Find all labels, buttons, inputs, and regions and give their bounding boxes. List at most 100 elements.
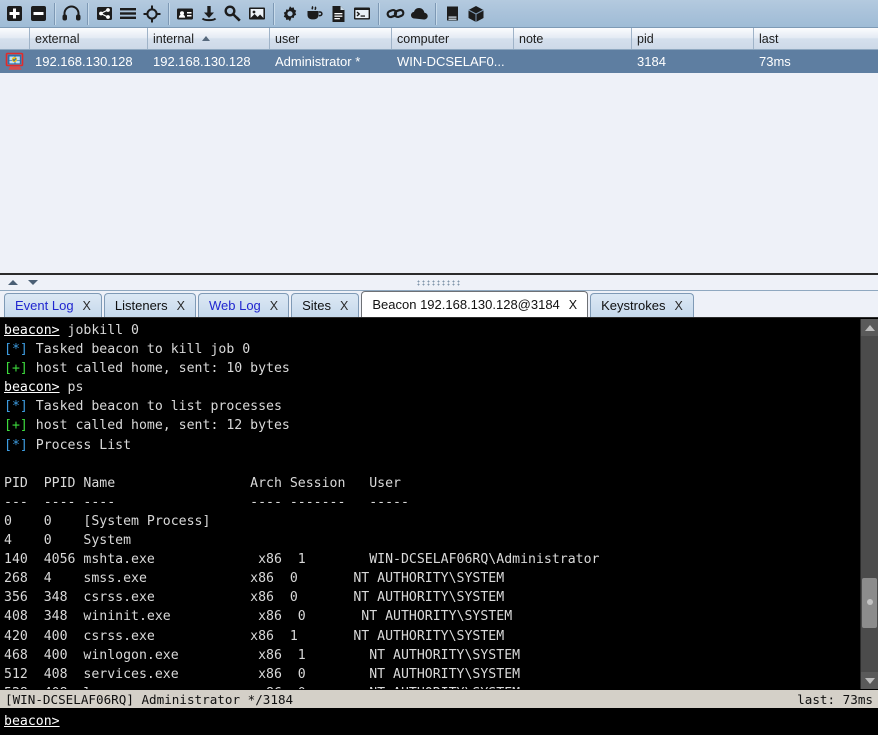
column-header-external[interactable]: external	[30, 28, 148, 49]
sessions-table-pane: external internal user computer note pid…	[0, 28, 878, 273]
tab-keystrokes-label: Keystrokes	[601, 298, 666, 313]
settings-gear-icon[interactable]	[278, 2, 302, 26]
tab-event-log-close-icon[interactable]: X	[83, 299, 91, 313]
cell-internal: 192.168.130.128	[153, 54, 251, 69]
toolbar-separator	[168, 2, 169, 25]
downloads-icon[interactable]	[197, 2, 221, 26]
console-line: 408 348 wininit.exe x86 0 NT AUTHORITY\S…	[4, 609, 513, 625]
console-line: 512 408 services.exe x86 0 NT AUTHORITY\…	[4, 666, 521, 682]
console-vertical-scrollbar[interactable]	[860, 319, 878, 689]
toolbar-group-session	[2, 0, 50, 27]
beacon-status-bar: [WIN-DCSELAF06RQ] Administrator */3184 l…	[0, 689, 878, 708]
column-header-external-label: external	[35, 31, 80, 46]
splitter-grip[interactable]	[416, 279, 462, 286]
console-line: beacon> ps	[4, 380, 84, 396]
column-header-internal[interactable]: internal	[148, 28, 270, 49]
console-line: 268 4 smss.exe x86 0 NT AUTHORITY\SYSTEM	[4, 571, 505, 587]
tab-keystrokes-close-icon[interactable]: X	[674, 299, 682, 313]
add-listener-icon[interactable]	[2, 2, 26, 26]
splitter-down-arrow-icon[interactable]	[28, 280, 38, 285]
scroll-up-arrow-icon	[864, 324, 875, 331]
column-header-computer[interactable]: computer	[392, 28, 514, 49]
scrollbar-track[interactable]	[861, 336, 878, 672]
toolbar-separator	[54, 2, 55, 25]
console-line: [*] Process List	[4, 437, 132, 453]
column-header-user[interactable]: user	[270, 28, 392, 49]
beacon-console-wrapper: beacon> jobkill 0 [*] Tasked beacon to ki…	[0, 318, 878, 689]
tab-listeners[interactable]: Listeners X	[103, 293, 196, 317]
tab-listeners-close-icon[interactable]: X	[177, 299, 185, 313]
tab-keystrokes[interactable]: Keystrokes X	[590, 293, 694, 317]
remove-listener-icon[interactable]	[26, 2, 50, 26]
java-coffee-icon[interactable]	[302, 2, 326, 26]
headphones-icon[interactable]	[59, 2, 83, 26]
column-header-user-label: user	[275, 31, 300, 46]
console-terminal-icon[interactable]	[350, 2, 374, 26]
toolbar-separator	[87, 2, 88, 25]
beacon-command-bar[interactable]: beacon>	[0, 708, 878, 735]
package-cube-icon[interactable]	[464, 2, 488, 26]
toolbar-group-net	[383, 0, 431, 27]
crosshair-target-icon[interactable]	[140, 2, 164, 26]
toolbar-separator	[435, 2, 436, 25]
console-line: 0 0 [System Process]	[4, 513, 211, 529]
column-header-icon[interactable]	[0, 28, 30, 49]
script-document-icon[interactable]	[326, 2, 350, 26]
book-icon[interactable]	[440, 2, 464, 26]
sort-ascending-icon	[202, 36, 210, 41]
sessions-table-empty-area	[0, 73, 878, 273]
pane-splitter[interactable]	[0, 273, 878, 291]
tab-web-log[interactable]: Web Log X	[197, 293, 290, 317]
credentials-card-icon[interactable]	[173, 2, 197, 26]
cell-computer: WIN-DCSELAF0...	[397, 54, 505, 69]
command-input[interactable]	[59, 714, 878, 729]
toolbar-group-view	[92, 0, 164, 27]
link-chain-icon[interactable]	[383, 2, 407, 26]
console-line: 528 408 lsass.exe x86 0 NT AUTHORITY\SYS…	[4, 684, 860, 689]
column-header-note[interactable]: note	[514, 28, 632, 49]
tab-web-log-label: Web Log	[208, 298, 261, 313]
console-line: 420 400 csrss.exe x86 1 NT AUTHORITY\SYS…	[4, 628, 505, 644]
toolbar-separator	[273, 2, 274, 25]
column-header-pid[interactable]: pid	[632, 28, 754, 49]
keystrokes-key-icon[interactable]	[221, 2, 245, 26]
console-line: 140 4056 mshta.exe x86 1 WIN-DCSELAF06RQ…	[4, 552, 600, 568]
cloud-icon[interactable]	[407, 2, 431, 26]
toolbar-group-tools	[278, 0, 374, 27]
sessions-table-header: external internal user computer note pid…	[0, 28, 878, 50]
column-header-internal-label: internal	[153, 31, 194, 46]
scroll-down-button[interactable]	[861, 672, 878, 689]
cell-user: Administrator *	[275, 54, 361, 69]
column-header-last[interactable]: last	[754, 28, 878, 49]
tab-web-log-close-icon[interactable]: X	[270, 299, 278, 313]
tab-beacon-close-icon[interactable]: X	[569, 298, 577, 312]
tab-sites[interactable]: Sites X	[291, 293, 360, 317]
tab-event-log-label: Event Log	[15, 298, 74, 313]
beacon-console-output[interactable]: beacon> jobkill 0 [*] Tasked beacon to ki…	[0, 319, 860, 689]
toolbar-group-audio	[59, 0, 83, 27]
scrollbar-thumb[interactable]	[862, 577, 877, 628]
table-row[interactable]: 192.168.130.128 192.168.130.128 Administ…	[0, 50, 878, 73]
console-line: beacon> jobkill 0	[4, 323, 139, 338]
status-bar-last-checkin: last: 73ms	[797, 691, 873, 707]
column-header-pid-label: pid	[637, 31, 654, 46]
tab-event-log[interactable]: Event Log X	[4, 293, 102, 317]
toolbar-separator	[378, 2, 379, 25]
console-line: [+] host called home, sent: 10 bytes	[4, 361, 290, 377]
console-line: [*] Tasked beacon to list processes	[4, 399, 282, 415]
tab-sites-label: Sites	[302, 298, 332, 313]
tab-sites-close-icon[interactable]: X	[340, 299, 348, 313]
splitter-up-arrow-icon[interactable]	[8, 280, 18, 285]
cell-external: 192.168.130.128	[35, 54, 133, 69]
scroll-down-arrow-icon	[864, 677, 875, 684]
share-network-icon[interactable]	[92, 2, 116, 26]
list-lines-icon[interactable]	[116, 2, 140, 26]
cell-pid: 3184	[637, 54, 666, 69]
scroll-up-button[interactable]	[861, 319, 878, 336]
splitter-collapse-controls	[8, 280, 38, 285]
tab-beacon[interactable]: Beacon 192.168.130.128@3184 X	[361, 291, 589, 317]
screenshots-image-icon[interactable]	[245, 2, 269, 26]
column-header-computer-label: computer	[397, 31, 450, 46]
status-bar-left-text: [WIN-DCSELAF06RQ] Administrator */3184	[5, 691, 294, 707]
